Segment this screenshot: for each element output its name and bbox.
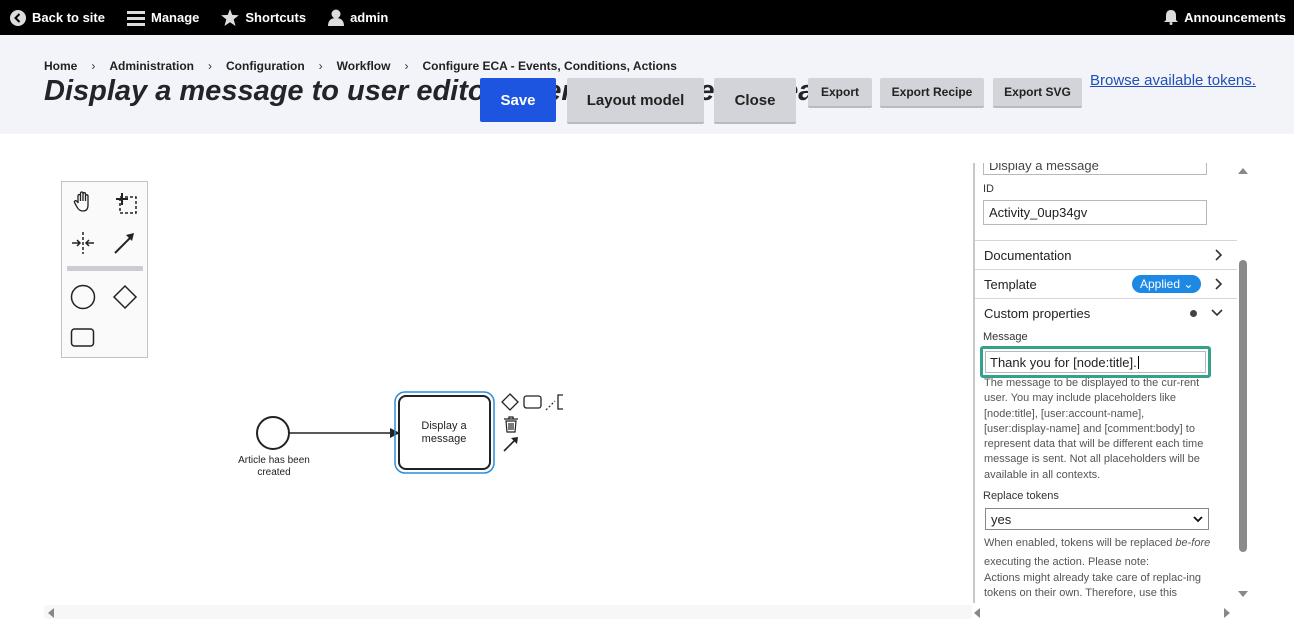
name-field[interactable]: Display a message [983, 163, 1207, 175]
chevron-right-icon [1215, 249, 1223, 261]
canvas-horizontal-scrollbar[interactable] [44, 605, 972, 619]
id-label: ID [983, 183, 994, 195]
replace-desc-part1: When enabled, tokens will be replaced [984, 537, 1173, 549]
bpmn-diagram [256, 391, 495, 474]
properties-panel: Display a message ID Activity_0up34gv Do… [973, 163, 1237, 603]
export-svg-button[interactable]: Export SVG [993, 78, 1082, 108]
chevron-down-icon [1211, 309, 1223, 317]
message-field[interactable]: Thank you for [node:title]. [980, 346, 1211, 378]
message-description: The message to be displayed to the cur-r… [984, 377, 1204, 481]
panel-horizontal-scrollbar[interactable] [973, 605, 1237, 619]
browse-tokens-link[interactable]: Browse available tokens. [1090, 72, 1256, 89]
custom-properties-label: Custom properties [984, 305, 1091, 321]
trash-icon[interactable] [502, 415, 520, 433]
documentation-group[interactable]: Documentation [975, 240, 1237, 269]
custom-properties-group[interactable]: Custom properties [975, 298, 1237, 327]
start-event[interactable] [256, 416, 290, 450]
template-applied-badge[interactable]: Applied ⌄ [1132, 275, 1202, 293]
message-field-value: Thank you for [node:title]. [990, 354, 1137, 370]
scroll-down-icon[interactable] [1238, 590, 1248, 598]
scroll-left-icon[interactable] [47, 608, 55, 618]
template-group[interactable]: Template Applied ⌄ [975, 269, 1237, 298]
append-text-annotation-icon[interactable] [545, 393, 565, 411]
template-badge-label: Applied [1140, 277, 1181, 291]
panel-vertical-scrollbar[interactable] [1237, 163, 1249, 603]
bell-icon [1164, 10, 1179, 25]
id-field-value: Activity_0up34gv [989, 205, 1088, 220]
id-field[interactable]: Activity_0up34gv [983, 200, 1207, 225]
changed-indicator-dot [1190, 310, 1197, 317]
scroll-left-icon[interactable] [973, 608, 981, 618]
replace-desc-part2: executing the action. Please note: [984, 556, 1150, 568]
chevron-down-icon [1193, 515, 1203, 522]
template-label: Template [984, 276, 1037, 292]
replace-tokens-note: Actions might already take care of repla… [984, 572, 1202, 600]
replace-tokens-label: Replace tokens [983, 490, 1059, 502]
text-cursor [1137, 355, 1139, 369]
chevron-down-icon: ⌄ [1183, 277, 1194, 291]
scroll-up-icon[interactable] [1238, 167, 1248, 175]
message-label: Message [983, 331, 1028, 343]
replace-tokens-description: When enabled, tokens will be replaced be… [984, 534, 1212, 572]
append-task-icon[interactable] [523, 393, 543, 411]
scroll-right-icon[interactable] [1223, 608, 1231, 618]
announcements-label: Announcements [1184, 10, 1286, 25]
append-gateway-icon[interactable] [501, 393, 519, 411]
replace-tokens-value: yes [991, 511, 1012, 527]
task-label: Display a message [421, 420, 467, 445]
replace-desc-emphasis: be-fore [1175, 537, 1211, 549]
start-event-label: Article has been created [238, 455, 310, 478]
chevron-right-icon [1215, 278, 1223, 290]
name-field-value: Display a message [989, 163, 1099, 173]
connect-arrow-icon[interactable] [502, 435, 520, 453]
replace-tokens-select[interactable]: yes [985, 508, 1209, 530]
scrollbar-thumb[interactable] [1239, 260, 1247, 552]
documentation-label: Documentation [984, 247, 1072, 263]
announcements-link[interactable]: Announcements [1156, 0, 1294, 35]
